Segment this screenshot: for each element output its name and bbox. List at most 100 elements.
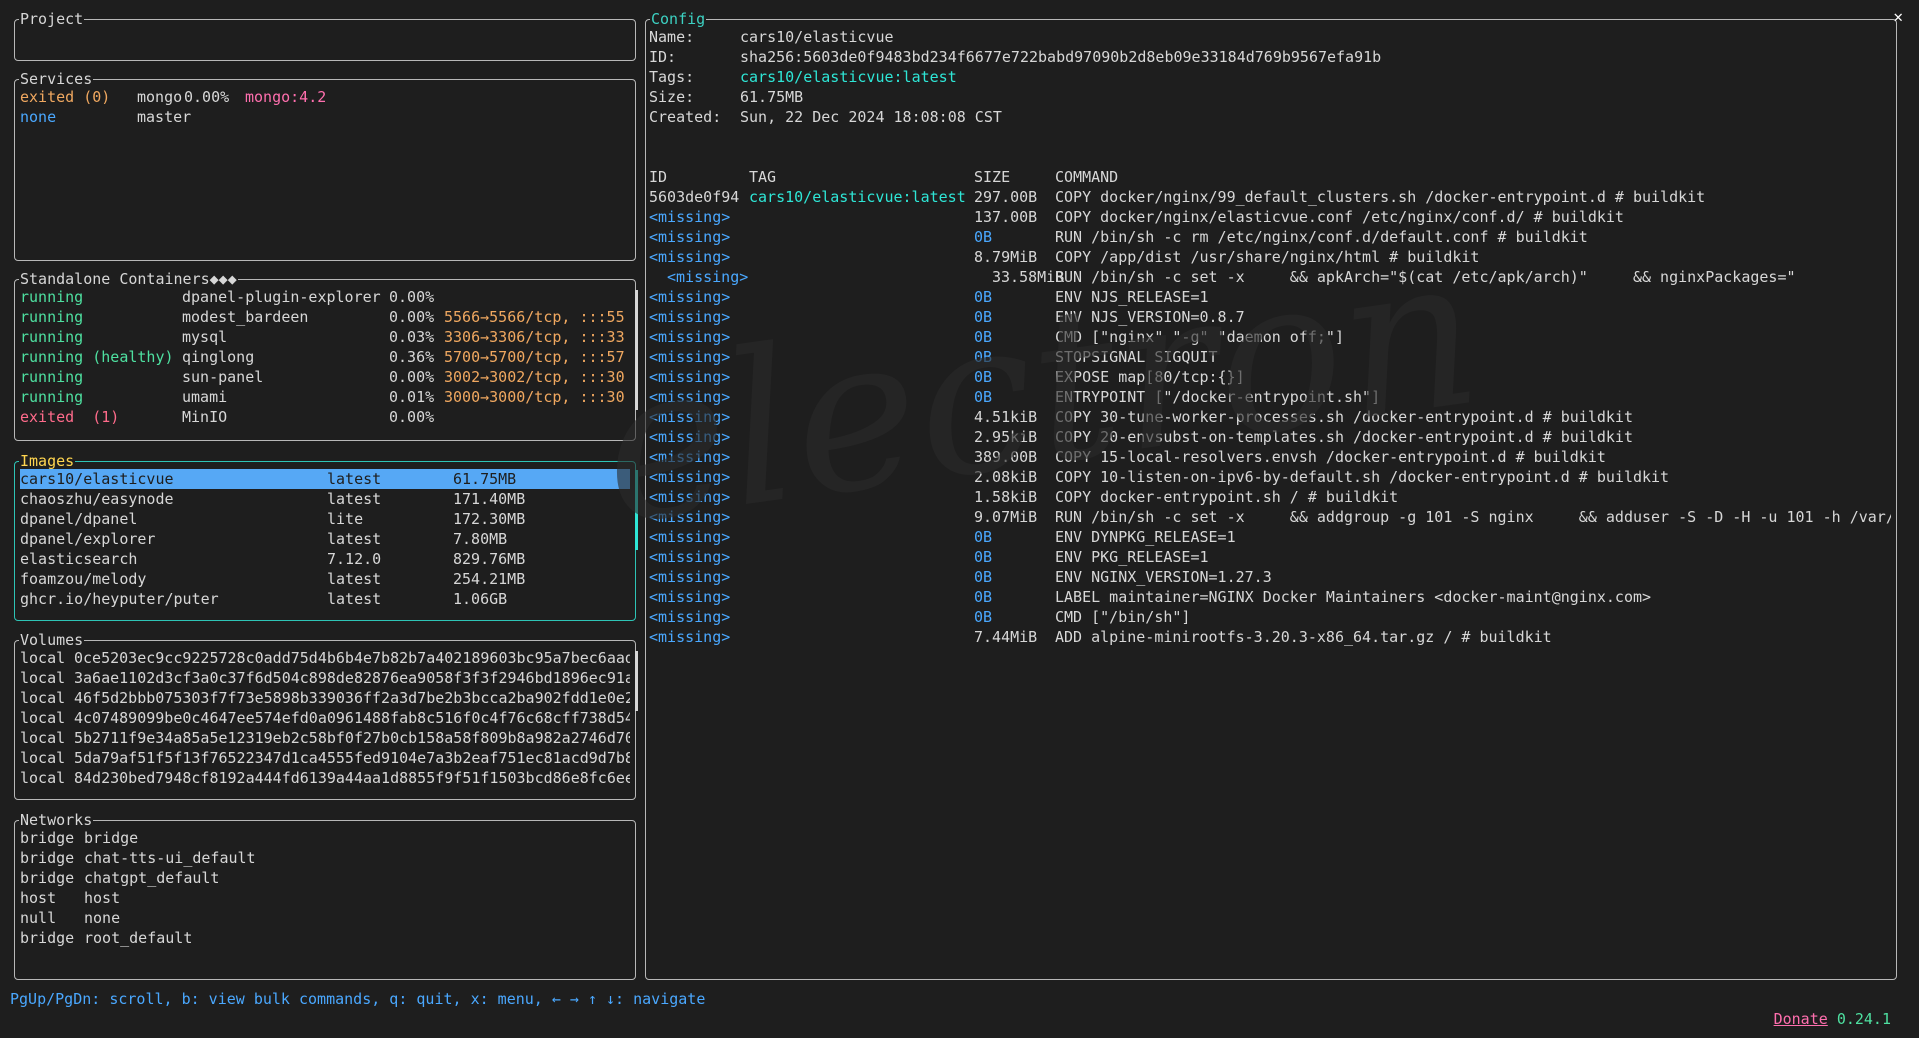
history-id: <missing> (649, 628, 731, 646)
image-row-selected[interactable]: cars10/elasticvue latest 61.75MB (20, 469, 630, 489)
history-row[interactable]: <missing> 389.00B COPY 15-local-resolvers.… (649, 447, 1891, 467)
images-scrollbar[interactable] (635, 470, 638, 550)
services-pane[interactable]: Services exited (0) mongo 0.00% mongo:4.2 no… (14, 69, 636, 261)
history-row[interactable]: <missing> 7.44MiB ADD alpine-minirootfs-3.… (649, 627, 1891, 647)
network-row[interactable]: host host (20, 888, 630, 908)
history-row[interactable]: <missing> 0B RUN /bin/sh -c rm /etc/nginx/… (649, 227, 1891, 247)
history-command: RUN /bin/sh -c rm /etc/nginx/conf.d/defa… (1055, 228, 1588, 246)
container-status: exited (1) (20, 408, 120, 426)
services-pane-title: Services (19, 69, 94, 89)
project-pane[interactable]: Project root (14, 9, 636, 61)
config-pane[interactable]: Config Name: cars10/elasticvue ID: sha256:5… (645, 9, 1897, 980)
history-id: <missing> (667, 268, 749, 286)
history-row[interactable]: <missing> 0B ENTRYPOINT ["/docker-entrypoi… (649, 387, 1891, 407)
container-row[interactable]: running dpanel-plugin-explorer 0.00% (20, 287, 630, 307)
history-id: <missing> (649, 368, 731, 386)
container-row[interactable]: running sun-panel 0.00% 3002→3002/tcp, :::3… (20, 367, 630, 387)
image-tag: latest (327, 530, 382, 548)
history-row[interactable]: <missing> 8.79MiB COPY /app/dist /usr/shar… (649, 247, 1891, 267)
containers-pane[interactable]: Standalone Containers◆◆◆ running dpanel-p… (14, 269, 638, 441)
image-size: 1.06GB (453, 590, 508, 608)
history-row[interactable]: <missing> 2.95kiB COPY 20-envsubst-on-temp… (649, 427, 1891, 447)
volumes-scrollbar[interactable] (635, 651, 638, 711)
history-row[interactable]: <missing> 137.00B COPY docker/nginx/elasti… (649, 207, 1891, 227)
container-row[interactable]: exited (1) MinIO 0.00% (20, 407, 630, 427)
image-row[interactable]: chaoszhu/easynode latest 171.40MB (20, 489, 630, 509)
volumes-pane[interactable]: Volumes local 0ce5203ec9cc9225728c0add75d… (14, 630, 638, 800)
container-ports: 5700→5700/tcp, :::57 (444, 348, 625, 366)
image-name: dpanel/dpanel (20, 510, 138, 528)
container-row[interactable]: running mysql 0.03% 3306→3306/tcp, :::33 (20, 327, 630, 347)
volume-row[interactable]: local 3a6ae1102d3cf3a0c37f6d504c898de8287… (20, 668, 630, 688)
image-name: elasticsearch (20, 550, 138, 568)
volume-row[interactable]: local 5da79af51f5f13f76522347d1ca4555fed9… (20, 748, 630, 768)
history-row[interactable]: <missing> 0B EXPOSE map[80/tcp:{}] (649, 367, 1891, 387)
images-pane[interactable]: Images cars10/elasticvue latest 61.75MB cha… (14, 451, 638, 621)
container-name: sun-panel (182, 368, 264, 386)
network-row[interactable]: bridge root_default (20, 928, 630, 948)
history-size: 0B (974, 608, 993, 626)
history-row[interactable]: <missing> 0B STOPSIGNAL SIGQUIT (649, 347, 1891, 367)
history-row[interactable]: <missing> 0B ENV DYNPKG_RELEASE=1 (649, 527, 1891, 547)
networks-pane[interactable]: Networks bridge bridge bridge chat-tts-ui_d… (14, 810, 636, 980)
history-row[interactable]: <missing> 0B LABEL maintainer=NGINX Docker… (649, 587, 1891, 607)
history-row[interactable]: <missing> 4.51kiB COPY 30-tune-worker-proc… (649, 407, 1891, 427)
volume-row[interactable]: local 5b2711f9e34a85a5e12319eb2c58bf0f27b… (20, 728, 630, 748)
config-field: Name: cars10/elasticvue (649, 27, 1891, 47)
history-row[interactable]: 5603de0f94 cars10/elasticvue:latest 297.00… (649, 187, 1891, 207)
history-id: <missing> (649, 228, 731, 246)
history-row[interactable]: <missing> 0B CMD ["nginx" "-g" "daemon off… (649, 327, 1891, 347)
network-name: host (84, 889, 121, 907)
volume-row[interactable]: local 46f5d2bbb075303f7f73e5898b339036ff2… (20, 688, 630, 708)
history-row[interactable]: <missing> 0B ENV NJS_VERSION=0.8.7 (649, 307, 1891, 327)
history-size: 297.00B (974, 188, 1038, 206)
container-row[interactable]: running modest_bardeen 0.00% 5566→5566/tcp,… (20, 307, 630, 327)
history-row[interactable]: <missing> 0B ENV PKG_RELEASE=1 (649, 547, 1891, 567)
service-row[interactable]: none master (20, 107, 630, 127)
image-tag: latest (327, 590, 382, 608)
history-size: 7.44MiB (974, 628, 1038, 646)
history-row[interactable]: <missing> 0B CMD ["/bin/sh"] (649, 607, 1891, 627)
network-name: chatgpt_default (84, 869, 220, 887)
network-row[interactable]: bridge chat-tts-ui_default (20, 848, 630, 868)
image-row[interactable]: ghcr.io/heyputer/puter latest 1.06GB (20, 589, 630, 609)
volume-row[interactable]: local 4c07489099be0c4647ee574efd0a0961488… (20, 708, 630, 728)
history-id: 5603de0f94 (649, 188, 740, 206)
history-size: 1.58kiB (974, 488, 1038, 506)
container-cpu: 0.36% (389, 348, 435, 366)
history-row[interactable]: <missing> 0B ENV NJS_RELEASE=1 (649, 287, 1891, 307)
network-row[interactable]: bridge chatgpt_default (20, 868, 630, 888)
service-row[interactable]: exited (0) mongo 0.00% mongo:4.2 (20, 87, 630, 107)
volume-row[interactable]: local 0ce5203ec9cc9225728c0add75d4b6b4e7b… (20, 648, 630, 668)
history-command: RUN /bin/sh -c set -x && addgroup -g 101… (1055, 508, 1891, 526)
network-driver: host (20, 889, 57, 907)
history-command: EXPOSE map[80/tcp:{}] (1055, 368, 1245, 386)
history-row[interactable]: <missing> 2.08kiB COPY 10-listen-on-ipv6-b… (649, 467, 1891, 487)
config-field-value: sha256:5603de0f9483bd234f6677e722babd970… (740, 48, 1382, 66)
image-row[interactable]: dpanel/dpanel lite 172.30MB (20, 509, 630, 529)
config-field: Created: Sun, 22 Dec 2024 18:08:08 CST (649, 107, 1891, 127)
container-row[interactable]: running (healthy) qinglong 0.36% 5700→5700/… (20, 347, 630, 367)
history-row[interactable]: <missing> 33.58MiB RUN /bin/sh -c set -x &… (649, 267, 1891, 287)
donate-link[interactable]: Donate (1774, 1010, 1828, 1028)
container-row[interactable]: running umami 0.01% 3000→3000/tcp, :::30 (20, 387, 630, 407)
history-row[interactable]: <missing> 0B ENV NGINX_VERSION=1.27.3 (649, 567, 1891, 587)
networks-pane-title: Networks (19, 810, 94, 830)
history-command: COPY 15-local-resolvers.envsh /docker-en… (1055, 448, 1606, 466)
containers-scrollbar[interactable] (635, 290, 638, 410)
container-ports: 3000→3000/tcp, :::30 (444, 388, 625, 406)
history-row[interactable]: <missing> 1.58kiB COPY docker-entrypoint.s… (649, 487, 1891, 507)
volume-row[interactable]: local 84d230bed7948cf8192a444fd6139a44aa1… (20, 768, 630, 788)
config-field-value: 61.75MB (740, 88, 804, 106)
config-spacer (649, 127, 1891, 147)
network-row[interactable]: null none (20, 908, 630, 928)
config-field-label: Tags: (649, 68, 695, 86)
network-row[interactable]: bridge bridge (20, 828, 630, 848)
network-driver: null (20, 909, 57, 927)
image-row[interactable]: foamzou/melody latest 254.21MB (20, 569, 630, 589)
config-field-label: ID: (649, 48, 677, 66)
close-icon[interactable]: ✕ (1893, 7, 1903, 27)
history-row[interactable]: <missing> 9.07MiB RUN /bin/sh -c set -x &&… (649, 507, 1891, 527)
image-row[interactable]: dpanel/explorer latest 7.80MB (20, 529, 630, 549)
image-row[interactable]: elasticsearch 7.12.0 829.76MB (20, 549, 630, 569)
